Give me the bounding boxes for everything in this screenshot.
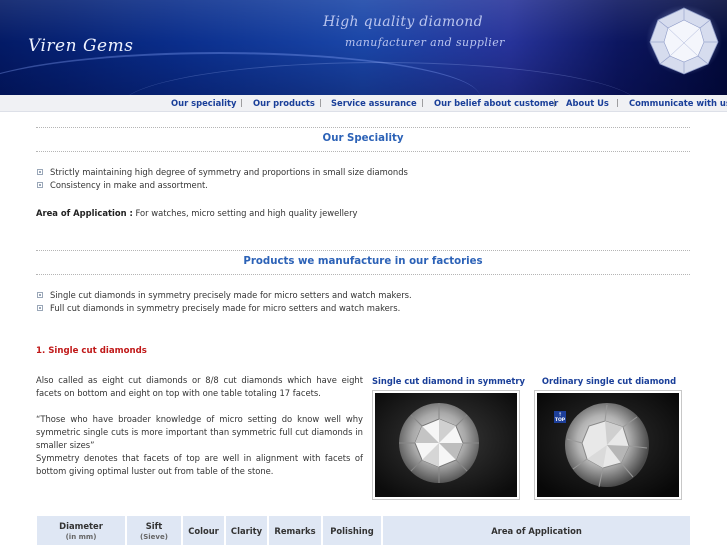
area-label: Area of Application : — [36, 208, 133, 218]
bullet-text: Single cut diamonds in symmetry precisel… — [50, 290, 412, 300]
nav-our-belief[interactable]: Our belief about customer — [434, 98, 558, 108]
bullet-icon — [37, 305, 43, 311]
divider — [36, 250, 690, 251]
nav-separator: | — [319, 98, 322, 107]
column-header-area-of-application: Area of Application — [383, 516, 690, 545]
single-cut-heading: 1. Single cut diamonds — [36, 346, 147, 356]
column-header-polishing: Polishing — [323, 516, 383, 545]
bullet-icon — [37, 292, 43, 298]
column-header-sift: Sift (Sieve) — [127, 516, 183, 545]
column-header-sub: (Sieve) — [140, 532, 168, 541]
column-header-colour: Colour — [183, 516, 226, 545]
diamond-icon — [646, 5, 722, 75]
area-text: For watches, micro setting and high qual… — [135, 208, 358, 218]
nav-separator: | — [240, 98, 243, 107]
single-cut-paragraph: Symmetry denotes that facets of top are … — [36, 453, 363, 476]
column-header-sub: (in mm) — [65, 532, 97, 541]
list-item: Consistency in make and assortment. — [37, 180, 208, 190]
bullet-text: Full cut diamonds in symmetry precisely … — [50, 303, 401, 313]
divider — [36, 127, 690, 128]
bullet-text: Strictly maintaining high degree of symm… — [50, 167, 408, 177]
column-header-label: Diameter — [59, 520, 103, 531]
nav-separator: | — [553, 98, 556, 107]
column-header-diameter: Diameter (in mm) — [37, 516, 127, 545]
bullet-icon — [37, 169, 43, 175]
single-cut-paragraph: Also called as eight cut diamonds or 8/8… — [36, 375, 363, 398]
column-header-label: Colour — [188, 525, 219, 536]
image-caption: Single cut diamond in symmetry — [372, 376, 525, 386]
nav-about-us[interactable]: About Us — [566, 98, 609, 108]
tagline-line1: High quality diamond — [323, 14, 483, 30]
divider — [36, 151, 690, 152]
main-nav: Our speciality | Our products | Service … — [0, 95, 727, 112]
header-banner: Viren Gems High quality diamond manufact… — [0, 0, 727, 95]
column-header-label: Sift — [145, 520, 163, 531]
tagline-line2: manufacturer and supplier — [345, 36, 505, 49]
ordinary-diamond-photo: TOP ↑ — [534, 390, 682, 500]
nav-service-assurance[interactable]: Service assurance — [331, 98, 417, 108]
arrow-up-icon: ↑ — [558, 412, 562, 418]
column-header-label: Clarity — [230, 525, 263, 536]
product-table-header: Diameter (in mm) Sift (Sieve) Colour Cla… — [37, 516, 690, 545]
site-logo[interactable]: Viren Gems — [28, 36, 133, 56]
column-header-label: Remarks — [274, 525, 316, 536]
column-header-label: Polishing — [330, 525, 374, 536]
single-cut-quote: “Those who have broader knowledge of mic… — [36, 414, 363, 450]
speciality-title: Our Speciality — [322, 133, 404, 144]
diamond-photo-image: TOP ↑ — [537, 393, 679, 497]
bullet-icon — [37, 182, 43, 188]
products-title: Products we manufacture in our factories — [243, 256, 483, 267]
column-header-label: Area of Application — [491, 525, 582, 536]
nav-communicate-with-us[interactable]: Communicate with us — [629, 98, 727, 108]
image-caption: Ordinary single cut diamond — [541, 376, 677, 386]
symmetric-diamond-photo — [372, 390, 520, 500]
column-header-remarks: Remarks — [269, 516, 323, 545]
bullet-text: Consistency in make and assortment. — [50, 180, 208, 190]
nav-our-speciality[interactable]: Our speciality — [171, 98, 236, 108]
list-item: Strictly maintaining high degree of symm… — [37, 167, 408, 177]
column-header-clarity: Clarity — [226, 516, 269, 545]
list-item: Single cut diamonds in symmetry precisel… — [37, 290, 412, 300]
nav-our-products[interactable]: Our products — [253, 98, 315, 108]
divider — [36, 274, 690, 275]
nav-separator: | — [421, 98, 424, 107]
area-of-application: Area of Application : For watches, micro… — [36, 208, 357, 218]
diamond-photo-image — [375, 393, 517, 497]
list-item: Full cut diamonds in symmetry precisely … — [37, 303, 400, 313]
nav-separator: | — [616, 98, 619, 107]
